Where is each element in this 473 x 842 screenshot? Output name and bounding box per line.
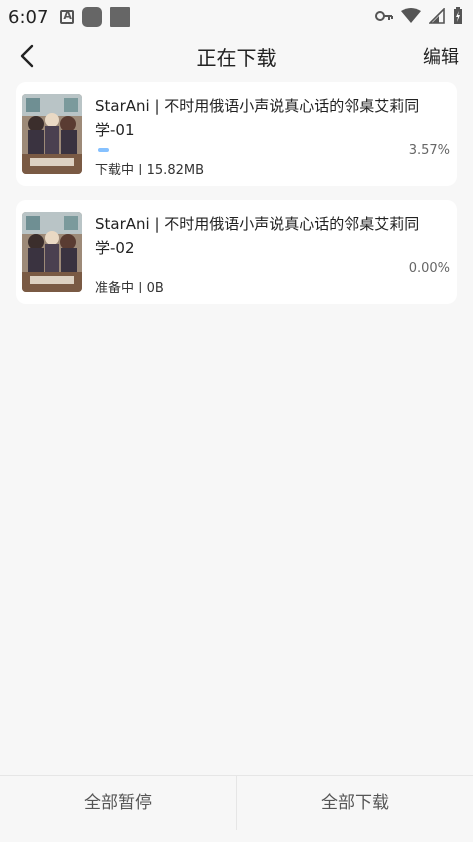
vpn-key-icon — [375, 11, 393, 21]
notification-square-icon — [110, 7, 131, 27]
download-percent: 3.57% — [408, 143, 450, 158]
download-title: StarAni | 不时用俄语小声说真心话的邻桌艾莉同学-02 — [95, 215, 420, 257]
status-bar: 6:07 — [0, 0, 473, 34]
edit-button[interactable]: 编辑 — [423, 43, 459, 69]
anime-cover-thumbnail — [22, 94, 82, 174]
pause-all-button[interactable]: 全部暂停 — [0, 776, 236, 830]
wifi-icon — [401, 8, 421, 23]
battery-charging-icon — [454, 7, 462, 24]
status-time: 6:07 — [8, 6, 49, 28]
download-status: 准备中 | 0B — [95, 281, 164, 293]
download-item[interactable]: StarAni | 不时用俄语小声说真心话的邻桌艾莉同学-01 3.57% 下载… — [16, 82, 457, 186]
download-status: 下载中 | 15.82MB — [95, 163, 204, 175]
bottom-action-bar: 全部暂停 全部下载 — [0, 775, 473, 830]
download-progress-bar — [98, 266, 378, 270]
download-percent: 0.00% — [408, 261, 450, 276]
notification-rounded-icon — [82, 7, 103, 27]
signal-icon — [429, 8, 445, 24]
anime-cover-thumbnail — [22, 212, 82, 292]
keyboard-a-icon — [60, 9, 75, 24]
app-bar: 正在下载 编辑 — [0, 34, 473, 78]
download-item[interactable]: StarAni | 不时用俄语小声说真心话的邻桌艾莉同学-02 0.00% 准备… — [16, 200, 457, 304]
page-title: 正在下载 — [196, 46, 277, 70]
download-progress-fill — [98, 148, 110, 152]
download-all-button[interactable]: 全部下载 — [237, 776, 473, 830]
download-progress-bar — [98, 148, 378, 152]
download-title: StarAni | 不时用俄语小声说真心话的邻桌艾莉同学-01 — [95, 97, 420, 139]
